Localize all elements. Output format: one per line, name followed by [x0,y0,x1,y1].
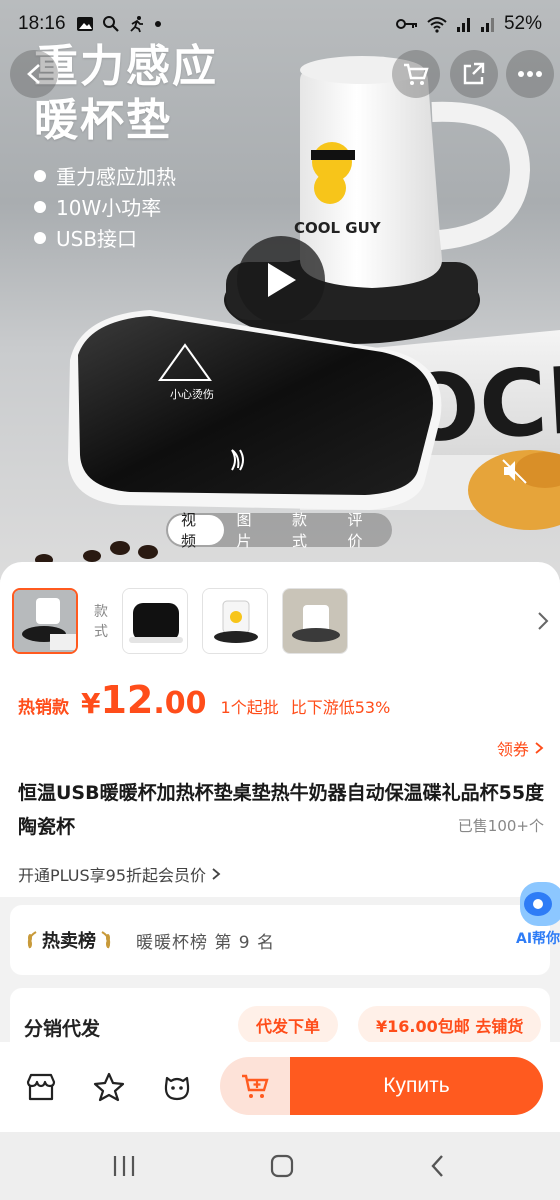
price-row: 热销款 ¥ 12 .00 1个起批 比下游低53% [18,678,390,728]
dropship-order-button[interactable]: 代发下单 [238,1006,339,1044]
chat-face-icon [164,1076,190,1101]
star-icon [93,1072,125,1102]
chevron-left-icon [27,64,40,84]
chevron-right-icon [535,742,544,754]
sold-count: 已售100+个 [457,817,544,835]
ai-assistant-icon [520,882,560,926]
hero-title: 重力感应 暖杯垫 [34,40,218,148]
home-icon [270,1154,294,1178]
back-button[interactable] [10,50,58,98]
shop-icon [26,1073,56,1101]
more-button[interactable] [506,50,554,98]
feature-item: 重力感应加热 [34,160,176,191]
mug-text: COOL GUY [294,219,382,237]
price-integer: 12 [100,678,154,722]
distribution-title: 分销代发 [24,1018,101,1040]
ranking-card[interactable]: 热卖榜 暖暖杯榜 第 9 名 [10,905,550,975]
rank-text: 暖暖杯榜 第 9 名 [136,932,276,953]
cart-button[interactable] [392,50,440,98]
feature-item: 10W小功率 [34,191,176,222]
style-thumbnail[interactable] [202,588,268,654]
chevron-right-icon [212,868,221,880]
wifi-icon [427,17,447,33]
signal-2-icon [480,18,494,32]
tab-styles[interactable]: 款式 [279,511,335,550]
system-nav-bar [0,1132,560,1200]
gallery-icon [76,17,93,31]
battery-level: 52% [503,13,542,34]
bottom-action-bar: Купить [0,1042,560,1132]
laurel-right-icon [101,931,111,949]
back-arrow-icon [431,1155,443,1177]
style-thumbnail[interactable] [12,588,78,654]
cart-icon [404,63,429,85]
plus-membership-link[interactable]: 开通PLUS享95折起会员价 [18,862,221,886]
price-compare: 比下游低53% [290,698,391,717]
thumbs-more-arrow[interactable] [536,610,550,638]
feature-item: USB接口 [34,222,176,253]
list-product-button[interactable]: ¥16.00包邮 去铺货 [358,1006,542,1044]
rank-badge: 热卖榜 [24,927,114,953]
recent-apps-icon [113,1156,135,1176]
play-icon [268,263,296,297]
running-icon [129,16,143,33]
add-to-cart-button[interactable] [220,1057,292,1115]
recent-apps-button[interactable] [104,1150,144,1182]
coupon-link[interactable]: 领券 [497,736,544,760]
buy-button[interactable]: Купить [290,1057,543,1115]
system-back-button[interactable] [418,1150,458,1182]
hot-tag: 热销款 [18,698,69,718]
hero-title-line2: 暖杯垫 [34,95,172,146]
price-decimal: .00 [153,686,207,721]
minimum-order: 1个起批 [220,698,279,717]
share-button[interactable] [450,50,498,98]
ai-assistant-button[interactable]: AI帮你 [514,880,560,950]
warning-text: 小心烫伤 [170,388,214,401]
play-video-button[interactable] [237,236,325,324]
style-thumbnails: 款式 [12,588,552,654]
price-currency: ¥ [81,687,101,720]
style-thumbnail[interactable] [282,588,348,654]
feature-list: 重力感应加热 10W小功率 USB接口 [34,160,176,253]
tab-images[interactable]: 图片 [224,511,280,550]
style-label: 款式 [94,604,108,640]
hero-title-line1: 重力感应 [34,41,218,92]
laurel-left-icon [27,931,37,949]
style-thumbnail[interactable] [122,588,188,654]
media-tabs: 视频 图片 款式 评价 [166,511,392,550]
favorite-button[interactable] [92,1070,126,1104]
chevron-right-icon [538,612,549,630]
add-cart-icon [242,1074,269,1098]
ai-assistant-label: AI帮你 [516,931,560,947]
mute-icon[interactable] [500,456,530,486]
signal-icon [456,18,470,32]
product-media-gallery[interactable]: ROCK COOL GUY 小心烫伤 18:16 52% 重力感应 暖杯垫 重力… [0,0,560,580]
notification-dot-icon [154,21,161,27]
search-icon [102,16,119,32]
customer-service-button[interactable] [160,1070,194,1104]
tab-reviews[interactable]: 评价 [335,511,391,550]
home-button[interactable] [262,1150,302,1182]
more-dots-icon [518,71,542,77]
tab-video[interactable]: 视频 [168,511,224,550]
status-time: 18:16 [18,13,66,34]
share-icon [463,62,485,85]
shop-button[interactable] [24,1070,58,1104]
key-icon [395,19,417,29]
product-info-card: 款式 热销款 ¥ 12 .00 1个起批 比下游低53% 领券 恒温USB暖暖杯… [0,562,560,897]
